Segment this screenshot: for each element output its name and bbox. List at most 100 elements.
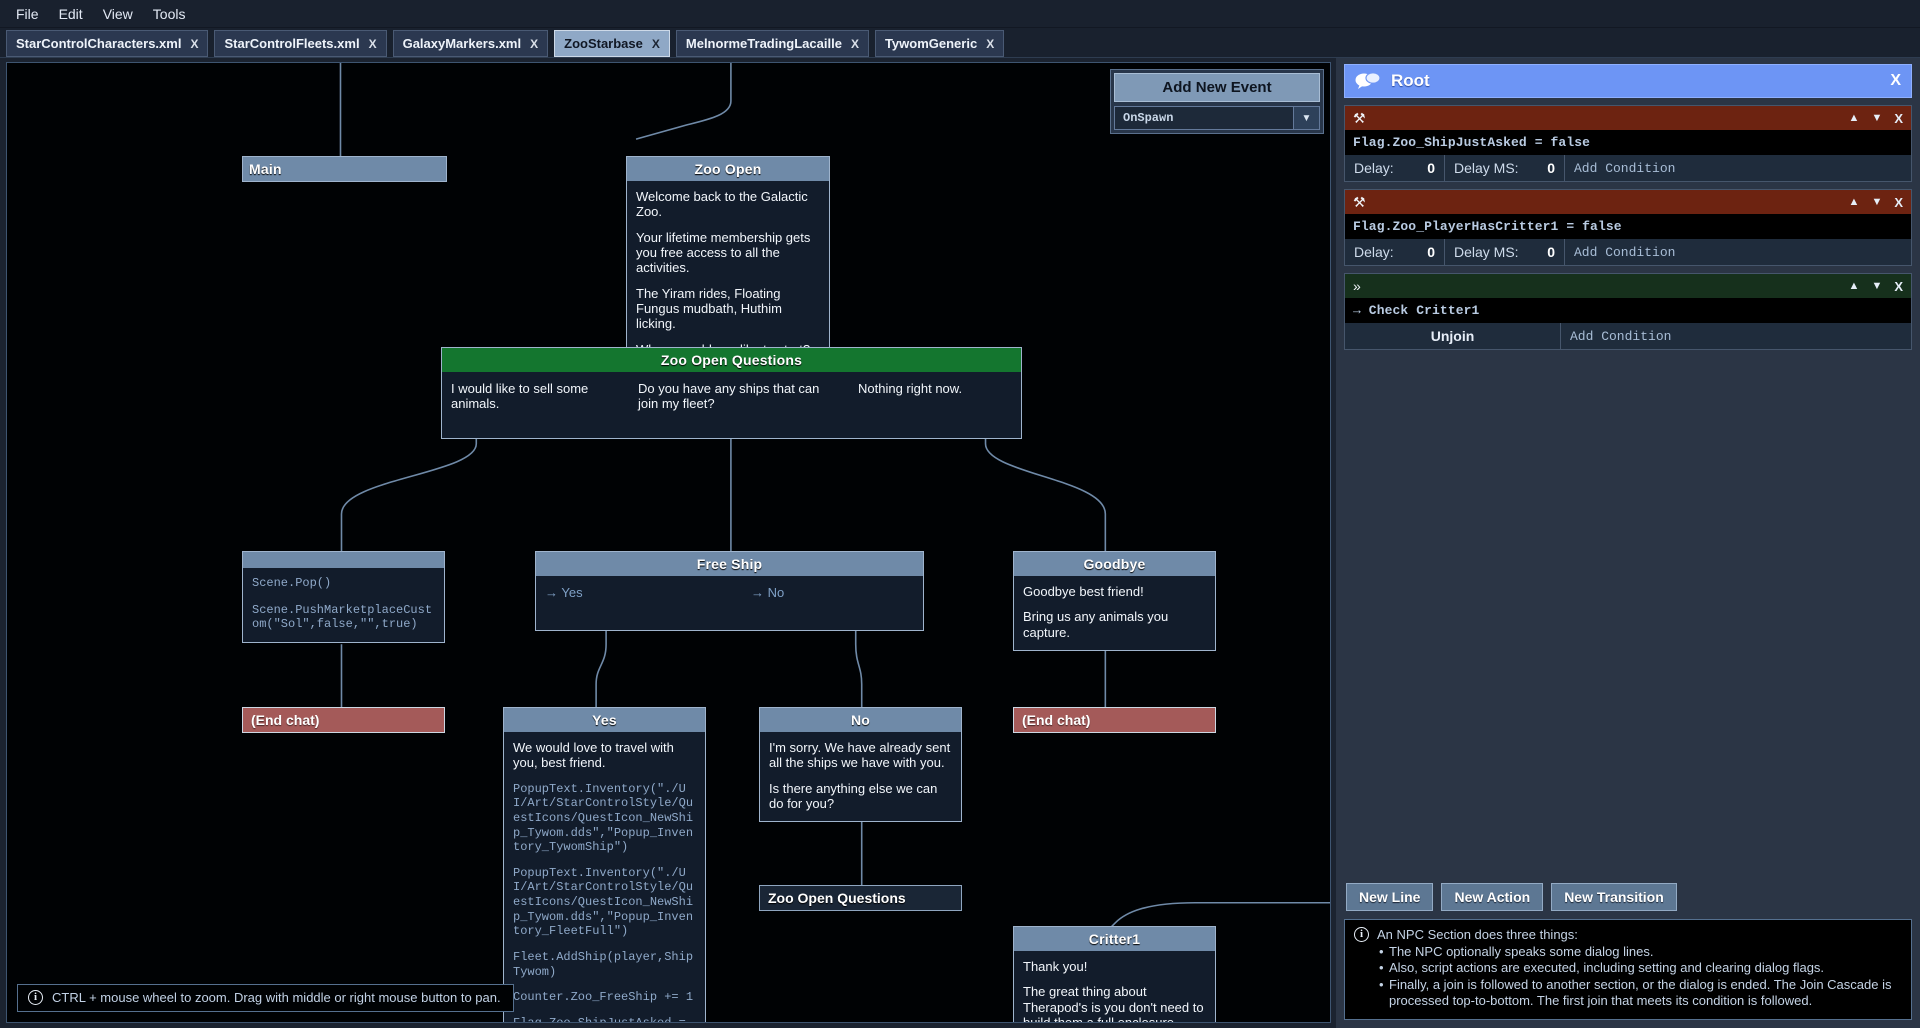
dialog-line: Bring us any animals you capture. [1023,609,1206,640]
delay-field[interactable]: Delay: 0 [1345,239,1445,265]
tab-starcontrolfleets[interactable]: StarControlFleets.xml X [214,30,386,57]
dialog-line: We would love to travel with you, best f… [513,740,696,771]
new-line-button[interactable]: New Line [1346,883,1433,911]
script-action: Counter.Zoo_FreeShip += 1 [513,990,696,1005]
node-body: Scene.Pop() Scene.PushMarketplaceCustom(… [243,568,444,642]
node-main[interactable]: Main [242,156,447,182]
tab-zoostarbase[interactable]: ZooStarbase X [554,30,670,57]
inspector-bottom: New Line New Action New Transition i An … [1344,879,1912,1020]
close-icon[interactable]: X [1894,279,1903,294]
transition-link[interactable]: → Yes [545,585,741,600]
inspector-root-header[interactable]: Root X [1344,64,1912,98]
inspector-action-card: ⚒ ▲ ▼ X Flag.Zoo_PlayerHasCritter1 = fal… [1344,189,1912,266]
new-transition-button[interactable]: New Transition [1551,883,1677,911]
unjoin-button[interactable]: Unjoin [1345,323,1561,349]
action-expression[interactable]: Flag.Zoo_ShipJustAsked = false [1345,130,1911,155]
close-icon[interactable]: X [986,37,994,51]
script-action: PopupText.Inventory("./UI/Art/StarContro… [513,866,696,939]
node-body: We would love to travel with you, best f… [504,732,705,1023]
inspector-action-card: ⚒ ▲ ▼ X Flag.Zoo_ShipJustAsked = false D… [1344,105,1912,182]
menu-item-edit[interactable]: Edit [49,2,93,26]
node-body: Goodbye best friend! Bring us any animal… [1014,576,1215,650]
tools-icon: ⚒ [1353,110,1366,127]
node-title: Zoo Open [627,157,829,181]
node-zoo-open-questions-ref[interactable]: Zoo Open Questions [759,885,962,911]
card-header[interactable]: ⚒ ▲ ▼ X [1345,106,1911,130]
node-goodbye[interactable]: Goodbye Goodbye best friend! Bring us an… [1013,551,1216,651]
tab-galaxymarkers[interactable]: GalaxyMarkers.xml X [393,30,549,57]
event-type-value: OnSpawn [1115,107,1293,129]
node-sell-animals-script[interactable]: Scene.Pop() Scene.PushMarketplaceCustom(… [242,551,445,643]
help-note-heading: An NPC Section does three things: [1377,927,1902,944]
move-down-icon[interactable]: ▼ [1871,196,1882,208]
node-end-chat-left[interactable]: (End chat) [242,707,445,733]
node-end-chat-right[interactable]: (End chat) [1013,707,1216,733]
close-icon[interactable]: X [530,37,538,51]
choice-option[interactable]: I would like to sell some animals. [451,381,628,412]
add-condition-button[interactable]: Add Condition [1565,239,1911,265]
delay-value: 0 [1427,244,1435,260]
node-no[interactable]: No I'm sorry. We have already sent all t… [759,707,962,822]
move-up-icon[interactable]: ▲ [1849,196,1860,208]
move-down-icon[interactable]: ▼ [1871,112,1882,124]
delay-label: Delay: [1354,244,1394,260]
dialog-line: The great thing about Therapod's is you … [1023,984,1206,1023]
script-action: Scene.PushMarketplaceCustom("Sol",false,… [252,603,435,632]
speech-bubbles-icon [1355,72,1381,90]
join-target[interactable]: → Check Critter1 [1345,298,1911,323]
delay-ms-field[interactable]: Delay MS: 0 [1445,239,1565,265]
tools-icon: ⚒ [1353,194,1366,211]
new-action-button[interactable]: New Action [1441,883,1543,911]
transition-link[interactable]: → No [751,585,914,600]
close-icon[interactable]: X [1890,72,1901,90]
card-row: Delay: 0 Delay MS: 0 Add Condition [1345,155,1911,181]
menu-item-tools[interactable]: Tools [143,2,196,26]
node-zoo-open-questions[interactable]: Zoo Open Questions I would like to sell … [441,347,1022,439]
tab-starcontrolcharacters[interactable]: StarControlCharacters.xml X [6,30,208,57]
chevron-down-icon[interactable]: ▼ [1293,107,1319,129]
main-split: Add New Event OnSpawn ▼ Main Zoo Open We… [0,58,1920,1028]
close-icon[interactable]: X [1894,195,1903,210]
close-icon[interactable]: X [369,37,377,51]
close-icon[interactable]: X [190,37,198,51]
dialog-line: Thank you! [1023,959,1206,974]
add-condition-button[interactable]: Add Condition [1561,323,1911,349]
inspector-scroll-area: Root X ⚒ ▲ ▼ X Flag.Zoo_ShipJustAsked = … [1344,64,1912,879]
section-reference-label: Zoo Open Questions [760,886,961,910]
move-down-icon[interactable]: ▼ [1871,280,1882,292]
menu-item-view[interactable]: View [93,2,143,26]
card-row: Unjoin Add Condition [1345,323,1911,349]
menu-item-file[interactable]: File [6,2,49,26]
node-body: → Yes → No [536,576,923,630]
node-free-ship[interactable]: Free Ship → Yes → No [535,551,924,631]
menu-bar: File Edit View Tools [0,0,1920,28]
graph-canvas-wrapper: Add New Event OnSpawn ▼ Main Zoo Open We… [0,58,1336,1028]
tab-tywomgeneric[interactable]: TywomGeneric X [875,30,1004,57]
close-icon[interactable]: X [652,37,660,51]
dialog-line: Your lifetime membership gets you free a… [636,230,820,276]
node-critter1[interactable]: Critter1 Thank you! The great thing abou… [1013,926,1216,1023]
move-up-icon[interactable]: ▲ [1849,112,1860,124]
delay-ms-field[interactable]: Delay MS: 0 [1445,155,1565,181]
node-zoo-open[interactable]: Zoo Open Welcome back to the Galactic Zo… [626,156,830,368]
info-icon: i [28,990,43,1005]
close-icon[interactable]: X [1894,111,1903,126]
card-header[interactable]: » ▲ ▼ X [1345,274,1911,298]
move-up-icon[interactable]: ▲ [1849,280,1860,292]
choice-option[interactable]: Nothing right now. [858,381,1012,412]
choice-option[interactable]: Do you have any ships that can join my f… [638,381,848,412]
dialog-graph-canvas[interactable]: Add New Event OnSpawn ▼ Main Zoo Open We… [6,62,1331,1023]
add-condition-button[interactable]: Add Condition [1565,155,1911,181]
node-title: Critter1 [1014,927,1215,951]
action-expression[interactable]: Flag.Zoo_PlayerHasCritter1 = false [1345,214,1911,239]
dialog-line: Is there anything else we can do for you… [769,781,952,812]
delay-ms-value: 0 [1547,160,1555,176]
delay-field[interactable]: Delay: 0 [1345,155,1445,181]
node-yes[interactable]: Yes We would love to travel with you, be… [503,707,706,1023]
event-type-select[interactable]: OnSpawn ▼ [1114,106,1320,130]
tab-melnormetradinglacaille[interactable]: MelnormeTradingLacaille X [676,30,869,57]
add-new-event-button[interactable]: Add New Event [1114,73,1320,102]
node-title: Goodbye [1014,552,1215,576]
card-header[interactable]: ⚒ ▲ ▼ X [1345,190,1911,214]
close-icon[interactable]: X [851,37,859,51]
